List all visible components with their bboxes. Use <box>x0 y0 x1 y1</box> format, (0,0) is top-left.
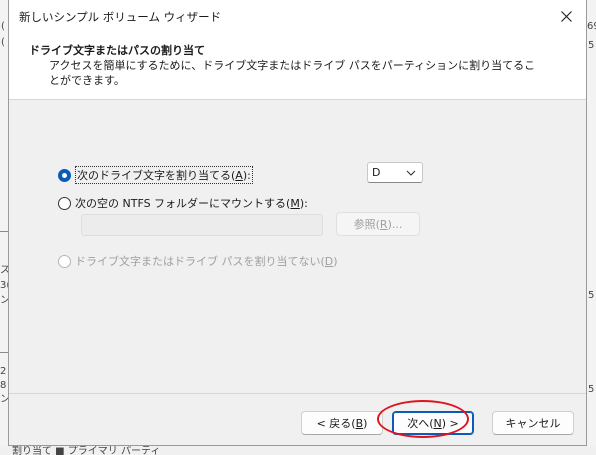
radio-assign-letter[interactable]: 次のドライブ文字を割り当てる(A): <box>58 166 253 184</box>
page-description: アクセスを簡単にするために、ドライブ文字またはドライブ パスをパーティションに割… <box>49 59 536 87</box>
radio-disabled-icon <box>58 254 71 268</box>
radio-unchecked-icon <box>58 196 71 210</box>
wizard-dialog: 新しいシンプル ボリューム ウィザード ドライブ文字またはパスの割り当て アクセ… <box>8 0 587 446</box>
radio-mount-folder[interactable]: 次の空の NTFS フォルダーにマウントする(M): <box>58 195 308 211</box>
drive-letter-select[interactable]: D <box>367 162 423 183</box>
browse-button[interactable]: 参照(R)... <box>336 212 420 236</box>
background-taskbar-strip: 割り当て ■ プライマリ パーティ <box>0 446 596 455</box>
radio-no-assign-label: ドライブ文字またはドライブ パスを割り当てない(D) <box>75 255 338 268</box>
wizard-footer: < 戻る(B) 次へ(N) > キャンセル <box>9 393 586 446</box>
chevron-down-icon <box>404 166 418 180</box>
window-title: 新しいシンプル ボリューム ウィザード <box>19 10 222 24</box>
background-text: 5 <box>588 290 595 301</box>
radio-checked-icon <box>58 168 71 182</box>
wizard-header: ドライブ文字またはパスの割り当て アクセスを簡単にするために、ドライブ文字または… <box>9 32 586 100</box>
background-text: 割り当て ■ プライマリ パーティ <box>12 446 161 455</box>
drive-letter-value: D <box>372 166 381 179</box>
title-bar[interactable]: 新しいシンプル ボリューム ウィザード <box>9 0 586 32</box>
wizard-content: 次のドライブ文字を割り当てる(A): D 次の空の NTFS フォルダーにマウン… <box>9 101 586 391</box>
close-icon <box>560 10 572 22</box>
close-button[interactable] <box>546 0 586 32</box>
back-button[interactable]: < 戻る(B) <box>301 411 383 435</box>
radio-mount-folder-label: 次の空の NTFS フォルダーにマウントする(M): <box>75 197 308 210</box>
background-text: 5 <box>588 40 595 51</box>
radio-assign-letter-label: 次のドライブ文字を割り当てる(A): <box>75 166 253 184</box>
background-text: ( <box>1 37 5 48</box>
radio-no-assign[interactable]: ドライブ文字またはドライブ パスを割り当てない(D) <box>58 253 338 269</box>
background-text: 5 <box>588 384 595 395</box>
cancel-button[interactable]: キャンセル <box>492 411 574 435</box>
background-text: ( <box>1 21 5 32</box>
page-title: ドライブ文字またはパスの割り当て <box>29 44 205 57</box>
background-text: 2 <box>0 366 7 377</box>
background-divider <box>0 352 8 353</box>
background-text: 8 <box>0 380 7 391</box>
background-divider <box>0 231 8 232</box>
background-text: 69 <box>587 21 596 32</box>
folder-path-input[interactable] <box>81 214 323 236</box>
next-button[interactable]: 次へ(N) > <box>392 411 474 435</box>
